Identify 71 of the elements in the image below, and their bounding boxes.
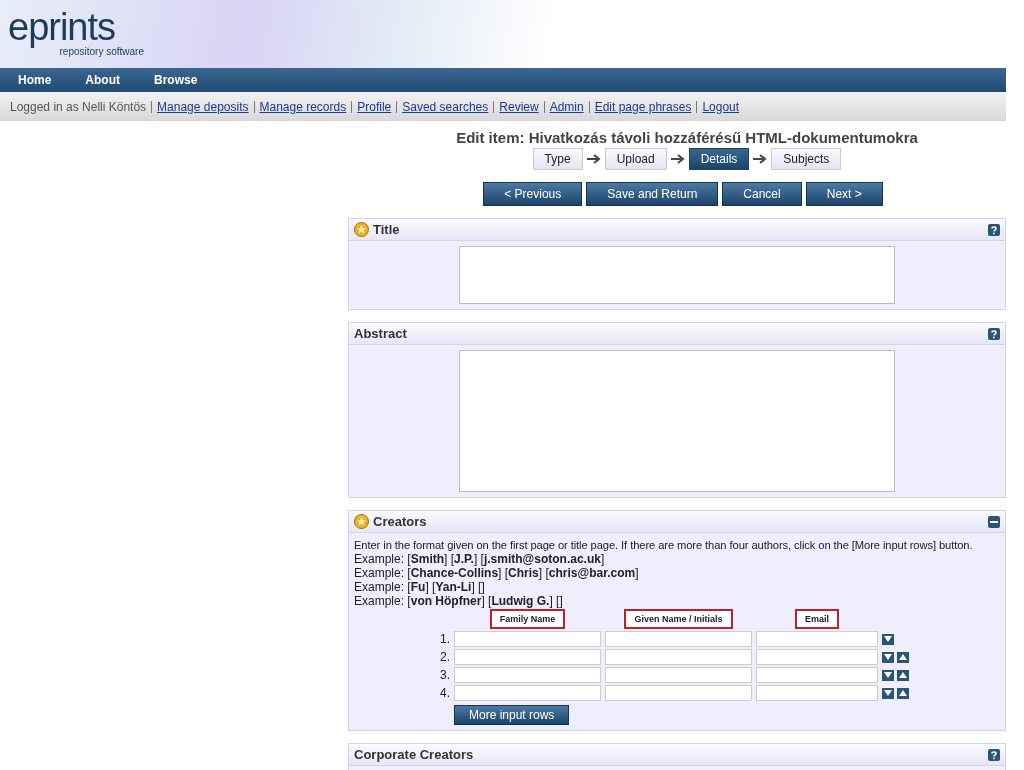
help-icon[interactable] (988, 223, 1000, 236)
move-down-icon[interactable] (882, 669, 894, 681)
user-link[interactable]: Edit page phrases (594, 99, 692, 114)
move-up-icon[interactable] (897, 669, 909, 681)
panel-title: Abstract (354, 326, 408, 341)
logo[interactable]: eprints repository software (8, 8, 148, 57)
user-link[interactable]: Admin (549, 99, 584, 114)
arrow-icon (753, 154, 768, 164)
name-input-field[interactable] (605, 649, 752, 665)
text-area[interactable] (459, 350, 895, 492)
workflow-step[interactable]: Subjects (771, 148, 842, 170)
action-button[interactable]: Next > (805, 182, 883, 206)
required-star-icon (354, 514, 369, 529)
nav-link[interactable]: Browse (154, 73, 198, 87)
column-header: Given Name / Initials (624, 609, 733, 629)
page-title: Edit item: Hivatkozás távoli hozzáférésű HTML-dokumentumokra (455, 129, 919, 146)
example-text: Example: [Chance-Collins] [Chris] [chris@bar.com] (354, 566, 640, 580)
logged-in-text: Logged in as Nelli Köntös (10, 99, 147, 114)
column-header: Family Name (489, 609, 566, 629)
name-input-field[interactable] (454, 667, 601, 683)
name-input-field[interactable] (454, 631, 601, 647)
panel-title: Creators (373, 514, 428, 529)
name-input-field[interactable] (454, 649, 601, 665)
nav-link[interactable]: About (85, 73, 120, 87)
logo-wordmark: eprints (8, 8, 116, 46)
action-button[interactable]: Cancel (722, 182, 802, 206)
name-input-field[interactable] (605, 631, 752, 647)
row-number: 3. (439, 668, 450, 682)
name-input-field[interactable] (605, 667, 752, 683)
action-button[interactable]: Save and Return (586, 182, 719, 206)
workflow-step[interactable]: Type (532, 148, 583, 170)
move-down-icon[interactable] (882, 687, 894, 699)
example-text: Example: [Fu] [Yan-Li] [] (354, 580, 486, 594)
help-icon[interactable] (988, 327, 1000, 340)
email-input-field[interactable] (756, 631, 878, 647)
help-icon[interactable] (988, 748, 1000, 761)
email-input-field[interactable] (756, 667, 878, 683)
user-link[interactable]: Manage deposits (157, 99, 249, 114)
action-button[interactable]: < Previous (483, 182, 583, 206)
logo-tagline: repository software (59, 46, 144, 57)
help-text: Enter in the format given on the first page or title page. If there are more than four authors, click on the [More input rows] button. (354, 538, 974, 552)
required-star-icon (354, 222, 369, 237)
example-text: Example: [Smith] [J.P.] [j.smith@soton.ac.uk] (354, 552, 606, 566)
move-up-icon[interactable] (897, 651, 909, 663)
user-link[interactable]: Review (499, 99, 539, 114)
user-link[interactable]: Manage records (259, 99, 347, 114)
row-number: 2. (439, 650, 450, 664)
move-down-icon[interactable] (882, 633, 894, 645)
move-up-icon[interactable] (897, 687, 909, 699)
row-number: 1. (439, 632, 450, 646)
text-area[interactable] (459, 246, 895, 304)
name-input-field[interactable] (605, 685, 752, 701)
arrow-icon (670, 154, 685, 164)
workflow-step[interactable]: Details (688, 148, 750, 170)
user-link[interactable]: Logout (702, 99, 740, 114)
row-number: 4. (439, 686, 450, 700)
arrow-icon (586, 154, 601, 164)
move-down-icon[interactable] (882, 651, 894, 663)
example-text: Example: [von Höpfner] [Ludwig G.] [] (354, 594, 564, 608)
collapse-icon[interactable] (988, 515, 1000, 528)
workflow-step[interactable]: Upload (604, 148, 667, 170)
more-rows-button[interactable]: More input rows (454, 705, 570, 725)
email-input-field[interactable] (756, 685, 878, 701)
panel-title: Corporate Creators (354, 747, 475, 762)
nav-link[interactable]: Home (18, 73, 52, 87)
column-header: Email (795, 609, 839, 629)
name-input-field[interactable] (454, 685, 601, 701)
email-input-field[interactable] (756, 649, 878, 665)
panel-title: Title (373, 222, 401, 237)
user-link[interactable]: Profile (357, 99, 392, 114)
user-link[interactable]: Saved searches (402, 99, 489, 114)
